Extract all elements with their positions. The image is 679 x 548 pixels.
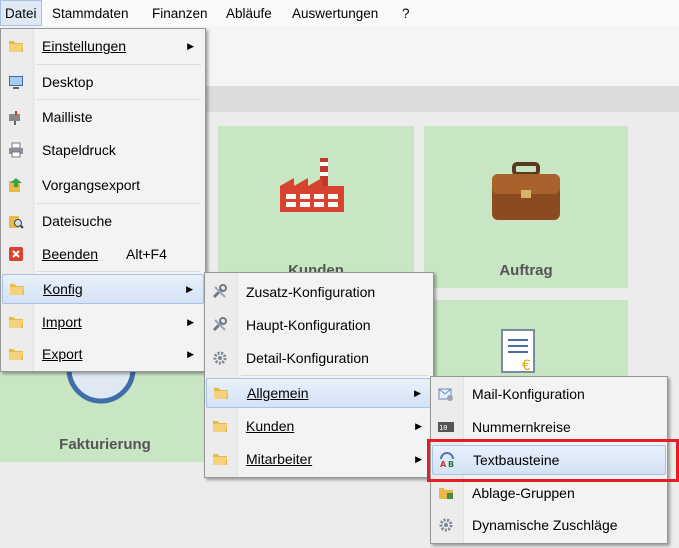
export-icon — [9, 178, 22, 192]
document-icon: € — [501, 329, 535, 374]
menu-ablaeufe[interactable]: Abläufe — [222, 0, 276, 26]
folder-icon — [213, 454, 227, 465]
factory-icon — [280, 158, 344, 212]
menu-item-dateisuche[interactable]: Dateisuche — [2, 206, 204, 236]
folder-icon — [214, 388, 228, 399]
mail-config-icon — [438, 388, 453, 401]
folder-icon — [213, 421, 227, 432]
menu-item-einstellungen[interactable]: Einstellungen ▶ — [2, 31, 204, 61]
highlight-annotation — [427, 439, 679, 482]
menu-item-vorgangsexport[interactable]: Vorgangsexport — [2, 170, 204, 200]
close-icon — [9, 247, 23, 261]
konfig-submenu: Zusatz-Konfiguration Haupt-Konfiguration… — [204, 272, 434, 478]
gear-icon — [439, 518, 453, 532]
printer-icon — [9, 142, 23, 158]
tile-auftrag[interactable]: Auftrag — [424, 126, 628, 288]
menu-item-export[interactable]: Export ▶ — [2, 339, 204, 369]
menu-stammdaten[interactable]: Stammdaten — [48, 0, 133, 26]
menu-item-mail-konfiguration[interactable]: Mail-Konfiguration — [432, 379, 666, 409]
svg-text:10: 10 — [439, 424, 447, 432]
menu-item-ablage-gruppen[interactable]: Ablage-Gruppen — [432, 478, 666, 508]
mailbox-icon — [9, 111, 20, 125]
tile-fakturierung-label: Fakturierung — [59, 436, 151, 453]
tools-icon — [212, 284, 227, 299]
folder-icon — [9, 349, 23, 360]
menu-item-stapeldruck[interactable]: Stapeldruck — [2, 135, 204, 165]
briefcase-icon — [492, 162, 560, 220]
menu-item-nummernkreise[interactable]: 10 Nummernkreise — [432, 412, 666, 442]
menu-help[interactable]: ? — [398, 0, 414, 26]
shortcut-alt-f4: Alt+F4 — [126, 246, 167, 262]
tools-icon — [212, 317, 227, 332]
gear-icon — [213, 351, 227, 365]
menu-item-dynamische-zuschlaege[interactable]: Dynamische Zuschläge — [432, 510, 666, 540]
menu-item-detail-konfiguration[interactable]: Detail-Konfiguration — [206, 343, 432, 373]
menu-item-haupt-konfiguration[interactable]: Haupt-Konfiguration — [206, 310, 432, 340]
menu-bar: Datei Stammdaten Finanzen Abläufe Auswer… — [0, 0, 679, 26]
file-search-icon — [9, 216, 24, 229]
datei-menu: Einstellungen ▶ Desktop Mailliste Stapel… — [0, 28, 206, 372]
menu-item-beenden[interactable]: Beenden Alt+F4 — [2, 239, 204, 269]
svg-text:€: € — [522, 358, 531, 374]
menu-datei[interactable]: Datei — [0, 0, 42, 26]
folder-icon — [9, 41, 23, 52]
menu-item-konfig[interactable]: Konfig ▶ — [2, 274, 204, 304]
menu-finanzen[interactable]: Finanzen — [148, 0, 212, 26]
menu-item-allgemein[interactable]: Allgemein ▶ — [206, 378, 432, 408]
menu-item-mitarbeiter[interactable]: Mitarbeiter ▶ — [206, 444, 432, 474]
tile-kunden[interactable]: Kunden — [218, 126, 414, 288]
desktop-icon — [9, 76, 23, 89]
menu-item-zusatz-konfiguration[interactable]: Zusatz-Konfiguration — [206, 277, 432, 307]
folder-icon — [9, 317, 23, 328]
menu-item-mailliste[interactable]: Mailliste — [2, 102, 204, 132]
folder-icon — [10, 284, 24, 295]
menu-item-kunden[interactable]: Kunden ▶ — [206, 411, 432, 441]
folder-group-icon — [439, 488, 453, 499]
number-range-icon: 10 — [438, 422, 454, 432]
menu-auswertungen[interactable]: Auswertungen — [288, 0, 382, 26]
tile-auftrag-label: Auftrag — [499, 262, 553, 279]
menu-item-import[interactable]: Import ▶ — [2, 307, 204, 337]
menu-item-desktop[interactable]: Desktop — [2, 67, 204, 97]
